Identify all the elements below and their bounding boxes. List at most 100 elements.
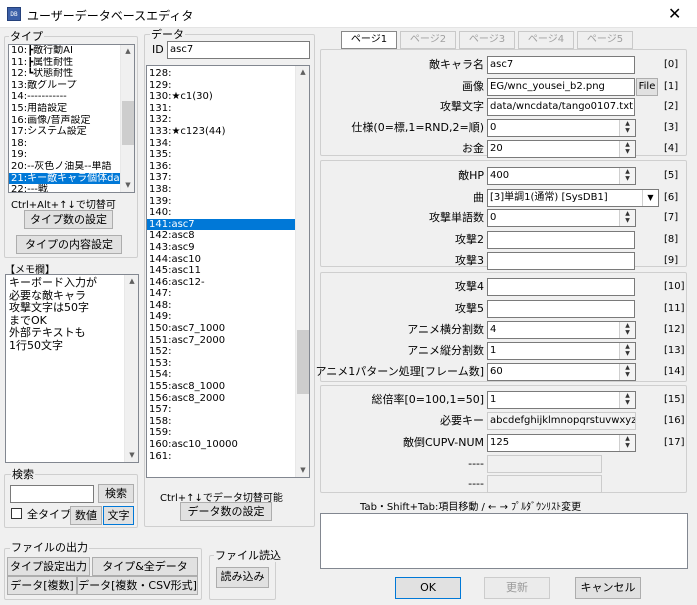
scroll-up-icon[interactable]: ▲ [121,45,135,57]
type-list-scrollbar[interactable]: ▲ ▼ [120,45,134,192]
field-input[interactable]: 20 ▲ ▼ [487,140,636,158]
data-list-item[interactable]: 142:asc8 [147,230,295,242]
data-list-item[interactable]: 157: [147,404,295,416]
field-input[interactable] [487,300,635,318]
field-input[interactable]: 400 ▲ ▼ [487,167,636,185]
field-input[interactable] [487,252,635,270]
data-list-item[interactable]: 141:asc7 [147,218,295,231]
field-input[interactable]: 4 ▲ ▼ [487,321,636,339]
field-input[interactable] [487,455,602,473]
field-input[interactable]: EG/wnc_yousei_b2.png [487,78,635,96]
type-list-item[interactable]: 15:用語設定 [9,103,120,115]
numeric-search-button[interactable]: 数値 [70,506,102,525]
data-list-item[interactable]: 144:asc10 [147,254,295,266]
data-list-item[interactable]: 148: [147,300,295,312]
tab-page-4[interactable]: ページ4 [518,31,574,49]
spinner-icon[interactable]: ▲ ▼ [619,210,635,226]
type-list-item[interactable]: 11:┣属性耐性 [9,57,120,69]
type-list-item[interactable]: 22:---戦 [9,184,120,192]
data-list-item[interactable]: 147: [147,288,295,300]
data-list-item[interactable]: 151:asc7_2000 [147,335,295,347]
scroll-thumb[interactable] [122,101,134,145]
spinner-icon[interactable]: ▲ ▼ [619,364,635,380]
type-list-item[interactable]: 13:敵グループ [9,80,120,92]
data-list-item[interactable]: 134: [147,138,295,150]
data-list-item[interactable]: 152: [147,346,295,358]
field-input[interactable]: 1 ▲ ▼ [487,342,636,360]
data-list-item[interactable]: 159: [147,427,295,439]
scroll-down-icon[interactable]: ▼ [121,179,135,191]
data-list-scrollbar[interactable]: ▲ ▼ [295,66,309,477]
type-content-button[interactable]: タイプの内容設定 [16,235,122,254]
spinner-icon[interactable]: ▲ ▼ [619,120,635,136]
data-list-item[interactable]: 155:asc8_1000 [147,381,295,393]
scroll-thumb[interactable] [297,330,309,394]
data-list-item[interactable]: 137: [147,172,295,184]
tab-page-5[interactable]: ページ5 [577,31,633,49]
type-list-item[interactable]: 14:----------- [9,91,120,103]
type-list-item[interactable]: 12:┗状態耐性 [9,68,120,80]
type-count-button[interactable]: タイプ数の設定 [24,210,113,229]
search-input[interactable] [10,485,94,503]
data-list-item[interactable]: 149: [147,311,295,323]
type-list-item[interactable]: 21:キー敵キャラ個体data [9,172,120,185]
spinner-icon[interactable]: ▲ ▼ [619,168,635,184]
type-list-item[interactable]: 20:--灰色ノ油臭--単語 [9,161,120,173]
data-list-item[interactable]: 138: [147,184,295,196]
memo-scrollbar[interactable]: ▲ ▼ [124,275,138,462]
data-list-item[interactable]: 153: [147,358,295,370]
field-input[interactable] [487,278,635,296]
data-list-item[interactable]: 128: [147,68,295,80]
tab-page-3[interactable]: ページ3 [459,31,515,49]
file-browse-button[interactable]: File [636,78,658,96]
data-list-item[interactable]: 129: [147,80,295,92]
type-list-item[interactable]: 10:┣敵行動AI [9,45,120,57]
update-button[interactable]: 更新 [484,577,550,599]
type-list-item[interactable]: 19: [9,149,120,161]
data-list-item[interactable]: 161: [147,451,295,463]
data-multi-button[interactable]: データ[複数] [7,576,77,595]
scroll-down-icon[interactable]: ▼ [125,449,139,461]
field-input[interactable]: data/wncdata/tango0107.txt [487,98,635,116]
data-list-item[interactable]: 130:★c1(30) [147,91,295,103]
field-input[interactable]: 125 ▲ ▼ [487,434,636,452]
data-list-item[interactable]: 158: [147,416,295,428]
data-list-item[interactable]: 143:asc9 [147,242,295,254]
type-settings-output-button[interactable]: タイプ設定出力 [7,557,90,576]
field-input[interactable]: 60 ▲ ▼ [487,363,636,381]
scroll-down-icon[interactable]: ▼ [296,464,310,476]
data-list[interactable]: 128: 129: 130:★c1(30) 131: 132: 133:★c123(44)… [146,65,310,478]
data-list-item[interactable]: 133:★c123(44) [147,126,295,138]
field-input[interactable]: 1 ▲ ▼ [487,391,636,409]
data-list-item[interactable]: 135: [147,149,295,161]
close-icon[interactable]: ✕ [668,4,681,23]
tab-page-2[interactable]: ページ2 [400,31,456,49]
type-list-item[interactable]: 18: [9,138,120,150]
ok-button[interactable]: OK [395,577,461,599]
field-input[interactable]: [3]単調1(通常) [SysDB1] ▼ [487,189,659,207]
type-list[interactable]: 10:┣敵行動AI 11:┣属性耐性 12:┗状態耐性 13:敵グループ 14:----… [8,44,135,193]
data-list-item[interactable]: 160:asc10_10000 [147,439,295,451]
text-search-button[interactable]: 文字 [103,506,134,525]
type-all-data-button[interactable]: タイプ&全データ [92,557,198,576]
spinner-icon[interactable]: ▲ ▼ [619,343,635,359]
data-list-item[interactable]: 140: [147,207,295,219]
field-input[interactable] [487,475,602,493]
data-list-item[interactable]: 154: [147,369,295,381]
notes-textarea[interactable] [320,513,688,569]
data-list-item[interactable]: 150:asc7_1000 [147,323,295,335]
field-input[interactable]: abcdefghijklmnopqrstuvwxyz [487,412,636,430]
data-list-item[interactable]: 132: [147,114,295,126]
memo-textarea[interactable]: キーボード入力が 必要な敵キャラ 攻撃文字は50字 までOK 外部テキストも 1行50文字 [5,274,139,463]
field-input[interactable] [487,231,635,249]
search-button[interactable]: 検索 [98,484,134,503]
cancel-button[interactable]: キャンセル [575,577,641,599]
data-csv-button[interactable]: データ[複数・CSV形式] [77,576,198,595]
chevron-down-icon[interactable]: ▼ [642,190,658,206]
data-count-button[interactable]: データ数の設定 [180,502,272,521]
data-list-item[interactable]: 145:asc11 [147,265,295,277]
all-types-checkbox[interactable] [11,508,22,519]
field-input[interactable]: asc7 [487,56,635,74]
scroll-up-icon[interactable]: ▲ [125,275,139,287]
spinner-icon[interactable]: ▲ ▼ [619,435,635,451]
